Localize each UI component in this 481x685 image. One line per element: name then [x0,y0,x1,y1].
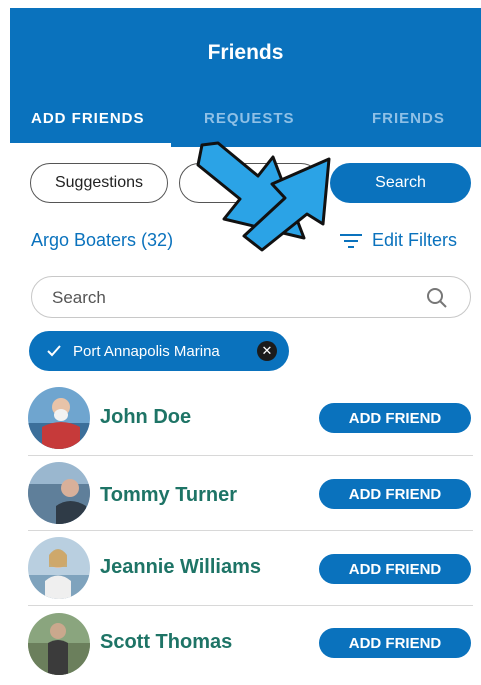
filter-icon [340,233,362,248]
add-friend-button[interactable]: ADD FRIEND [319,554,471,584]
avatar [28,462,90,524]
suggestions-button[interactable]: Suggestions [30,163,168,203]
list-item: Tommy Turner ADD FRIEND [28,462,473,534]
tab-requests[interactable]: REQUESTS [204,110,295,127]
search-placeholder: Search [52,288,106,307]
list-item: Jeannie Williams ADD FRIEND [28,537,473,609]
search-button[interactable]: Search [330,163,471,203]
chip-label: Port Annapolis Marina [73,342,220,360]
divider [28,530,473,531]
tab-friends[interactable]: FRIENDS [372,110,445,127]
friend-name[interactable]: Jeannie Williams [100,556,261,579]
group-label[interactable]: Argo Boaters (32) [31,230,173,251]
page-title: Friends [207,41,284,64]
friend-name[interactable]: John Doe [100,406,191,429]
add-friend-button[interactable]: ADD FRIEND [319,479,471,509]
list-item: Scott Thomas ADD FRIEND [28,613,473,685]
add-friend-button[interactable]: ADD FRIEND [319,628,471,658]
edit-filters-label: Edit Filters [372,230,458,250]
filter-chip[interactable]: Port Annapolis Marina ✕ [29,331,289,371]
avatar [28,613,90,675]
list-item: John Doe ADD FRIEND [28,387,473,459]
friend-name[interactable]: Scott Thomas [100,631,232,654]
divider [28,455,473,456]
avatar [28,537,90,599]
search-input[interactable]: Search [31,276,471,318]
close-icon[interactable]: ✕ [257,341,277,361]
tab-add-friends[interactable]: ADD FRIENDS [31,110,145,127]
search-icon[interactable] [426,287,448,309]
check-icon [47,345,61,357]
avatar [28,387,90,449]
divider [28,605,473,606]
app-header: Friends ADD FRIENDS REQUESTS FRIENDS [10,8,481,147]
edit-filters-button[interactable]: Edit Filters [340,230,457,251]
active-tab-indicator [10,143,171,147]
add-friend-button[interactable]: ADD FRIEND [319,403,471,433]
friend-name[interactable]: Tommy Turner [100,484,237,507]
filter-pill-obscured[interactable] [179,163,321,203]
